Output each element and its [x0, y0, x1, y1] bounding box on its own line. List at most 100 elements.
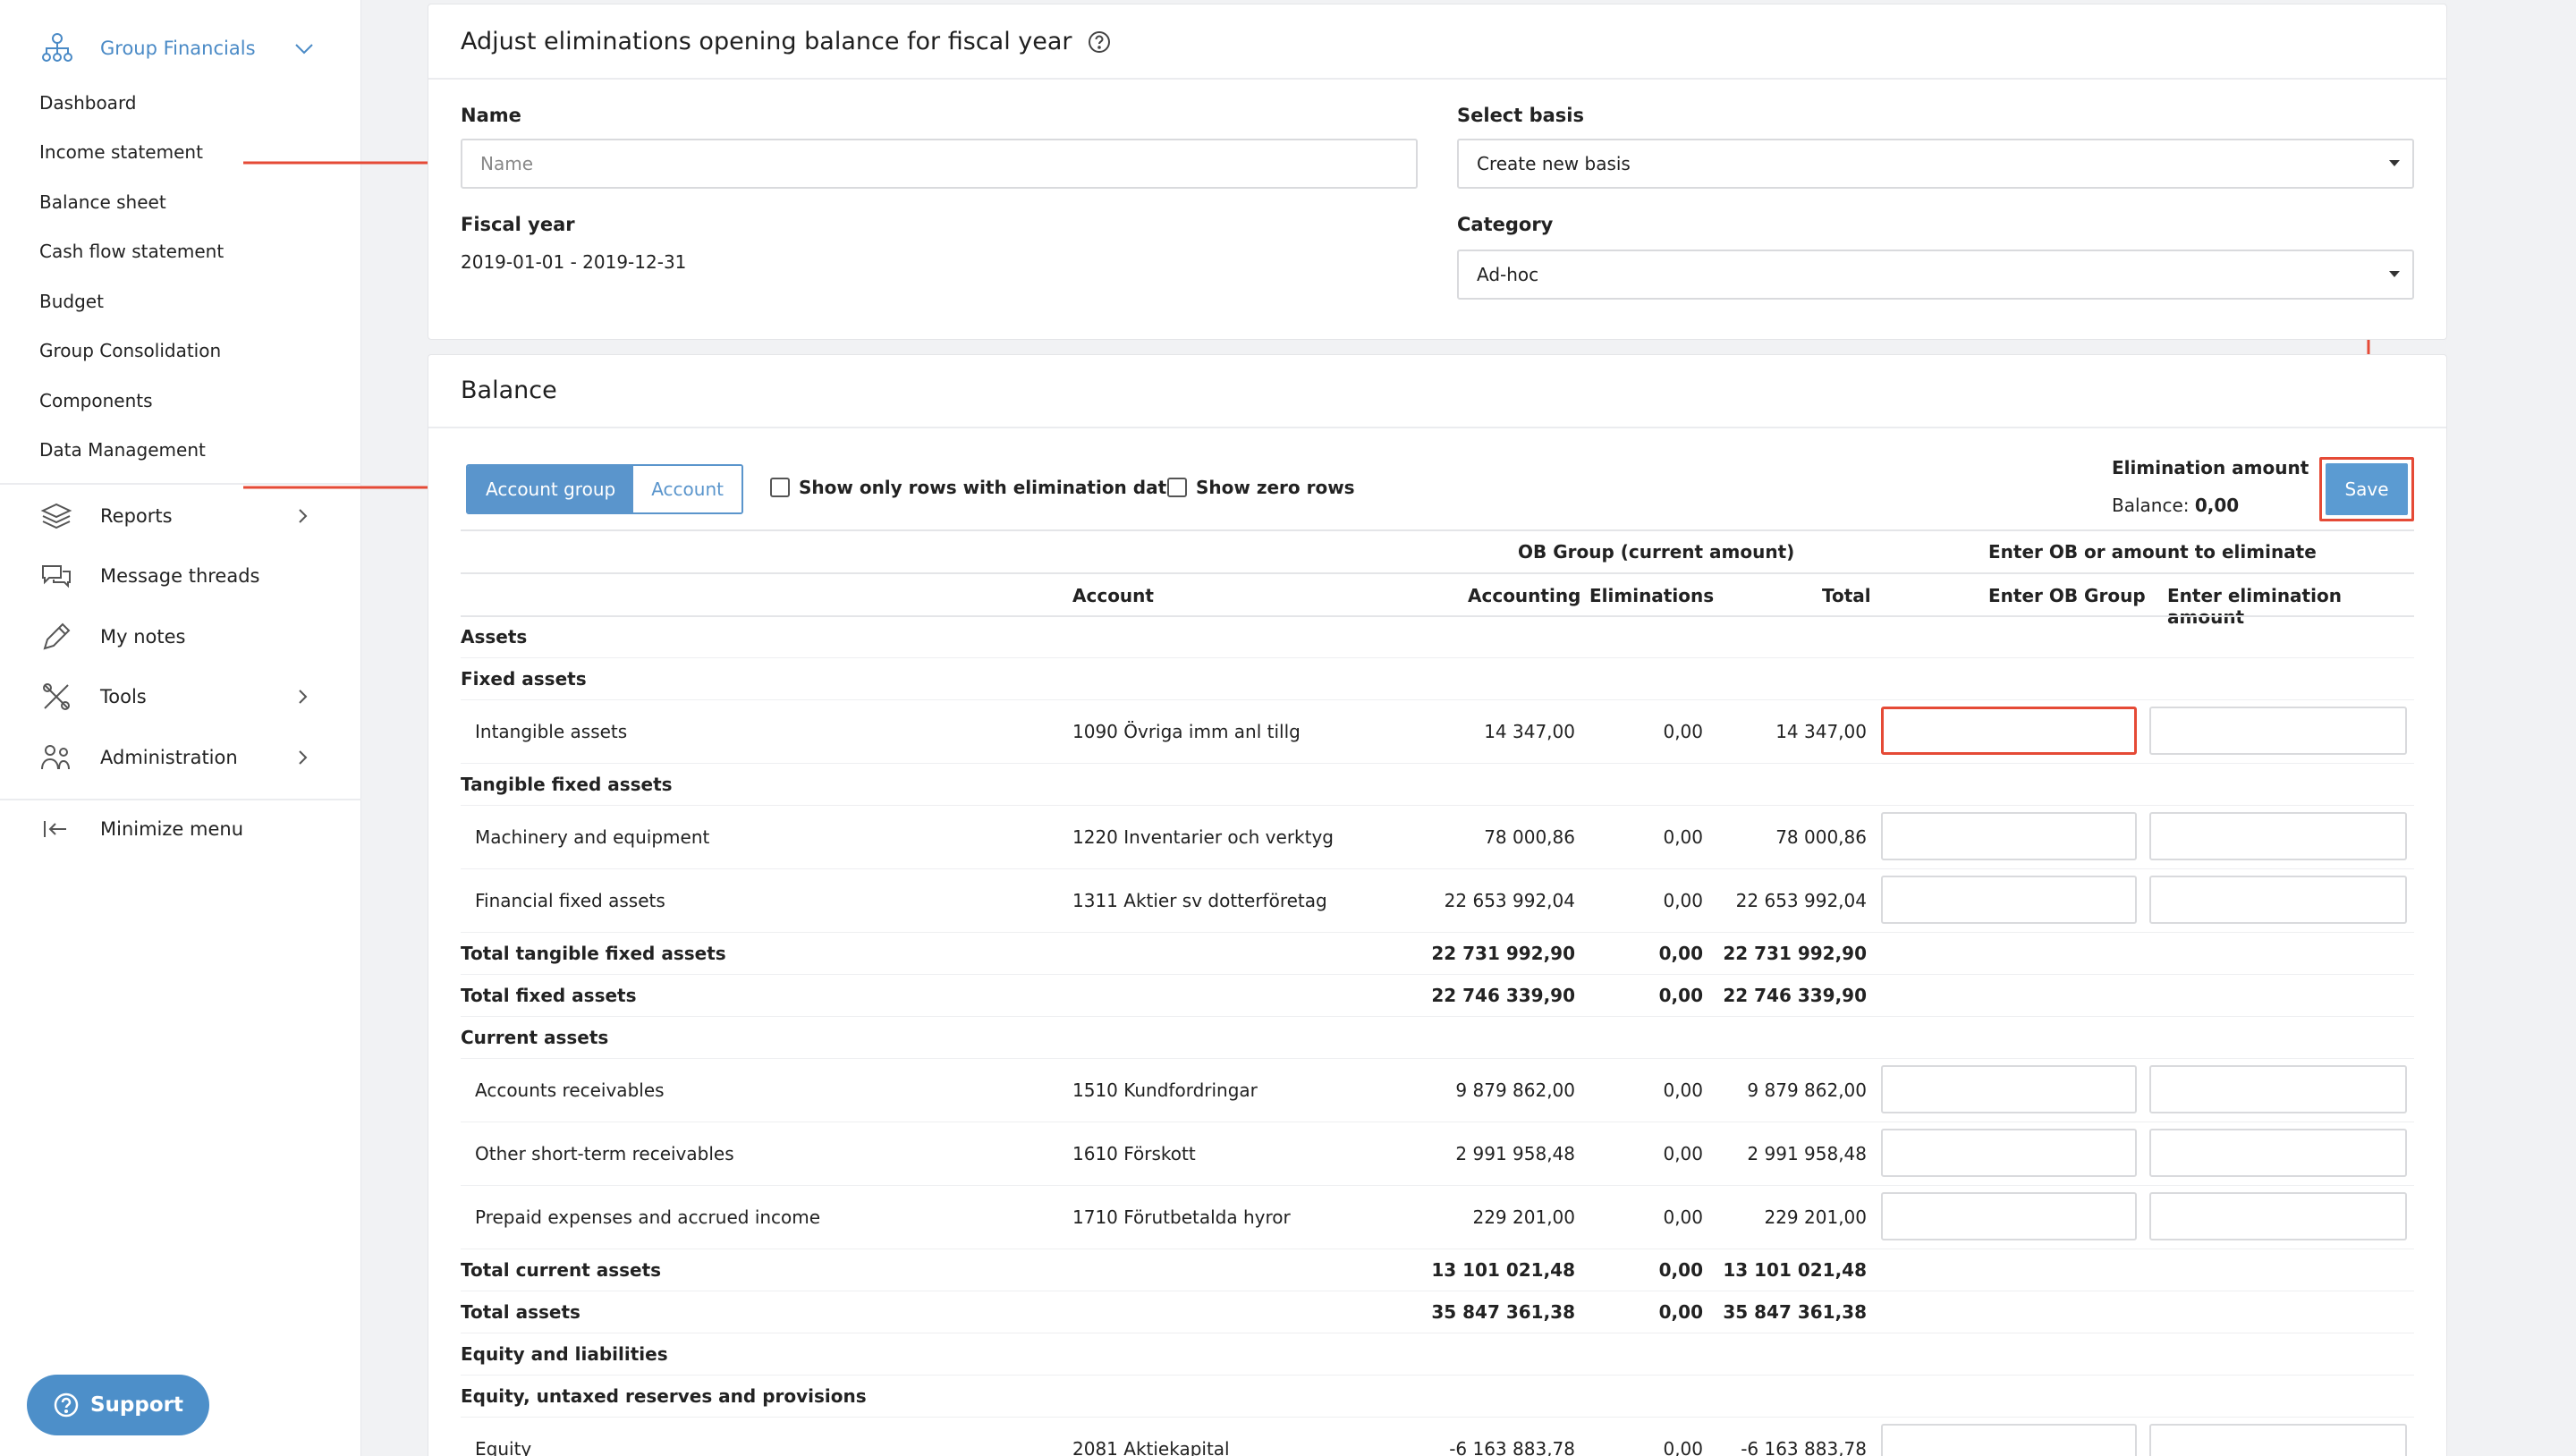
section-row-label: Current assets	[461, 1027, 609, 1048]
total-cell: 22 746 339,90	[1723, 985, 1867, 1006]
enter-elimination-input[interactable]	[2149, 876, 2407, 924]
category-dropdown[interactable]: Ad-hoc	[1457, 250, 2414, 300]
table-divider	[461, 572, 2414, 574]
sidebar-item-income-statement[interactable]: Income statement	[39, 138, 203, 166]
balance-card: Balance Account group Account Show only …	[428, 354, 2447, 1456]
total-cell: 13 101 021,48	[1723, 1259, 1867, 1281]
accounting-cell: 22 653 992,04	[1444, 890, 1575, 911]
accounting-cell: 9 879 862,00	[1455, 1079, 1575, 1101]
eliminations-cell: 0,00	[1658, 943, 1703, 964]
total-row-label: Total current assets	[461, 1259, 662, 1281]
section-row-label: Tangible fixed assets	[461, 774, 673, 795]
sidebar-item-dashboard[interactable]: Dashboard	[39, 89, 137, 117]
only-elimination-rows-checkbox[interactable]: Show only rows with elimination data	[770, 477, 1179, 498]
minimize-menu-button[interactable]: Minimize menu	[39, 811, 326, 847]
page-title-text: Adjust eliminations opening balance for …	[461, 28, 1072, 55]
enter-ob-input[interactable]	[1881, 707, 2137, 755]
group-financials-header[interactable]: Group Financials	[39, 30, 313, 66]
table-row-label: Accounts receivables	[475, 1079, 665, 1101]
sidebar-item-reports[interactable]: Reports	[39, 498, 326, 534]
chat-icon	[42, 565, 71, 588]
sidebar-item-budget[interactable]: Budget	[39, 287, 104, 316]
toggle-account-group[interactable]: Account group	[468, 466, 634, 512]
enter-elimination-input[interactable]	[2149, 1424, 2407, 1456]
minimize-menu-label: Minimize menu	[100, 818, 244, 840]
row-divider	[461, 1375, 2414, 1376]
row-divider	[461, 932, 2414, 933]
enter-ob-input[interactable]	[1881, 1065, 2137, 1113]
total-cell: 22 653 992,04	[1735, 890, 1867, 911]
sidebar-item-tools[interactable]: Tools	[39, 679, 326, 715]
enter-ob-input[interactable]	[1881, 876, 2137, 924]
table-divider	[461, 615, 2414, 617]
sidebar-item-administration[interactable]: Administration	[39, 740, 326, 775]
total-cell: 78 000,86	[1775, 826, 1867, 848]
table-row-label: Prepaid expenses and accrued income	[475, 1206, 821, 1228]
save-button[interactable]: Save	[2326, 463, 2408, 515]
balance-value: 0,00	[2194, 495, 2240, 516]
toggle-account[interactable]: Account	[633, 466, 741, 512]
eliminations-cell: 0,00	[1663, 1438, 1703, 1456]
checkbox-box[interactable]	[770, 478, 790, 497]
eliminations-cell: 0,00	[1663, 826, 1703, 848]
help-circle-icon	[54, 1393, 79, 1418]
row-divider	[461, 974, 2414, 975]
layers-icon	[40, 503, 72, 529]
collapse-left-icon	[44, 821, 66, 837]
enter-elimination-input[interactable]	[2149, 812, 2407, 860]
balance-title: Balance	[461, 377, 557, 404]
sidebar-item-message-threads[interactable]: Message threads	[39, 558, 326, 594]
enter-ob-input[interactable]	[1881, 1129, 2137, 1177]
eliminations-cell: 0,00	[1663, 1206, 1703, 1228]
enter-ob-input[interactable]	[1881, 812, 2137, 860]
card-divider	[428, 427, 2446, 428]
checkbox-box[interactable]	[1167, 478, 1187, 497]
total-cell: 2 991 958,48	[1747, 1143, 1867, 1164]
section-row-label: Equity and liabilities	[461, 1343, 668, 1365]
account-cell: 1220 Inventarier och verktyg	[1072, 826, 1334, 848]
annotation-arrow	[243, 480, 454, 495]
table-row-label: Intangible assets	[475, 721, 628, 742]
enter-elimination-input[interactable]	[2149, 1129, 2407, 1177]
row-divider	[461, 1185, 2414, 1186]
fiscal-year-label: Fiscal year	[461, 214, 575, 235]
category-value: Ad-hoc	[1477, 264, 1539, 285]
save-highlight: Save	[2319, 457, 2414, 521]
enter-ob-input[interactable]	[1881, 1424, 2137, 1456]
sidebar-item-balance-sheet[interactable]: Balance sheet	[39, 188, 166, 216]
enter-elimination-input[interactable]	[2149, 1065, 2407, 1113]
row-divider	[461, 805, 2414, 806]
enter-ob-header: Enter OB or amount to eliminate	[1988, 541, 2317, 563]
sidebar-item-group-consolidation[interactable]: Group Consolidation	[39, 336, 221, 365]
name-input[interactable]	[461, 139, 1418, 189]
sidebar-item-cash-flow[interactable]: Cash flow statement	[39, 237, 224, 266]
select-basis-dropdown[interactable]: Create new basis	[1457, 139, 2414, 189]
total-row-label: Total assets	[461, 1301, 580, 1323]
total-row-label: Total fixed assets	[461, 985, 637, 1006]
sidebar-item-data-management[interactable]: Data Management	[39, 436, 206, 464]
support-label: Support	[89, 1393, 183, 1417]
support-button[interactable]: Support	[27, 1375, 209, 1435]
balance-summary: Balance: 0,00	[2112, 495, 2239, 516]
zero-rows-label: Show zero rows	[1196, 477, 1355, 498]
row-divider	[461, 1058, 2414, 1059]
select-basis-value: Create new basis	[1477, 153, 1631, 174]
enter-ob-input[interactable]	[1881, 1192, 2137, 1240]
enter-elimination-input[interactable]	[2149, 707, 2407, 755]
page-title: Adjust eliminations opening balance for …	[461, 28, 1112, 55]
enter-elimination-input[interactable]	[2149, 1192, 2407, 1240]
help-icon[interactable]	[1087, 30, 1112, 55]
row-divider	[461, 868, 2414, 869]
adjust-eliminations-card: Adjust eliminations opening balance for …	[428, 4, 2447, 340]
accounting-cell: 35 847 361,38	[1431, 1301, 1575, 1323]
account-cell: 1710 Förutbetalda hyror	[1072, 1206, 1291, 1228]
org-chart-icon	[42, 33, 72, 62]
sidebar-item-components[interactable]: Components	[39, 386, 153, 415]
name-label: Name	[461, 105, 521, 126]
zero-rows-checkbox[interactable]: Show zero rows	[1167, 477, 1355, 498]
elimination-amount-label: Elimination amount	[2112, 457, 2309, 478]
chevron-down-icon[interactable]	[292, 36, 317, 61]
view-toggle: Account group Account	[466, 464, 743, 514]
eliminations-cell: 0,00	[1658, 1259, 1703, 1281]
sidebar-item-my-notes[interactable]: My notes	[39, 619, 326, 655]
